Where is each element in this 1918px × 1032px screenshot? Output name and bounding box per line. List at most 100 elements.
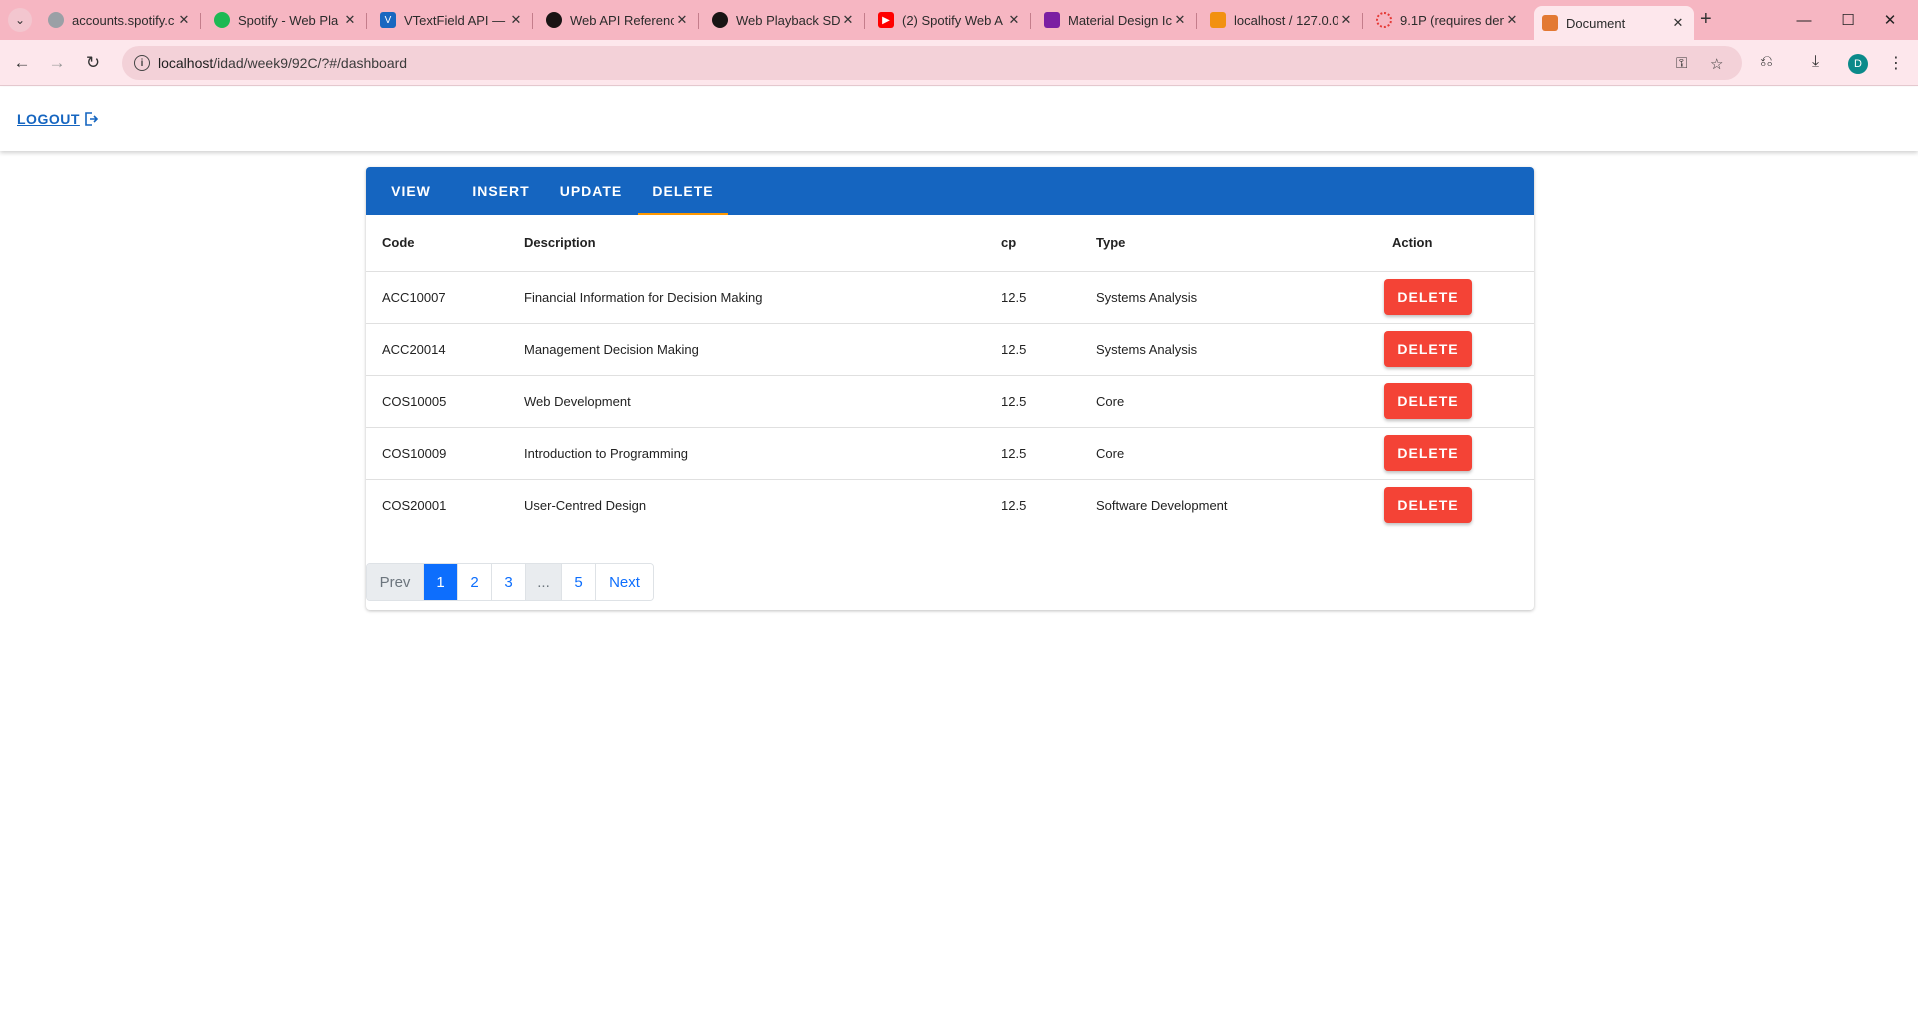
tab-divider [1196,13,1197,29]
table-row: COS20001 User-Centred Design 12.5 Softwa… [366,479,1534,531]
tab-title: Material Design Ic [1068,12,1172,28]
back-icon[interactable]: ← [9,50,35,76]
menu-kebab-icon[interactable]: ⋮ [1888,53,1904,73]
reload-icon[interactable]: ↻ [80,50,106,76]
phpmyadmin-icon [1210,12,1226,28]
window-close-icon[interactable]: ✕ [1862,0,1918,40]
bookmark-star-icon[interactable]: ☆ [1710,55,1723,73]
material-design-icon [1044,12,1060,28]
profile-avatar[interactable]: D [1848,54,1868,74]
tab-delete[interactable]: DELETE [638,167,728,215]
cell-code: COS10009 [366,427,524,480]
close-tab-icon[interactable]: ✕ [342,12,358,28]
cell-code: ACC20014 [366,323,524,376]
download-icon[interactable]: ⤓ [1812,53,1819,71]
table-row: ACC10007 Financial Information for Decis… [366,271,1534,324]
tab-divider [1362,13,1363,29]
browser-tab[interactable]: 9.1P (requires den ✕ [1368,6,1528,34]
cell-cp: 12.5 [1001,427,1096,480]
url-host: localhost [158,55,214,71]
cell-description: Web Development [524,375,1001,428]
logout-label: LOGOUT [17,111,80,127]
delete-button[interactable]: DELETE [1384,435,1472,471]
browser-tab[interactable]: Material Design Ic ✕ [1036,6,1197,34]
browser-tab[interactable]: localhost / 127.0.0 ✕ [1202,6,1363,34]
tab-divider [532,13,533,29]
forward-icon[interactable]: → [44,50,70,76]
pagination-page-3[interactable]: 3 [491,564,525,600]
tab-title: VTextField API — [404,12,506,28]
delete-button[interactable]: DELETE [1384,331,1472,367]
tab-update[interactable]: UPDATE [546,167,636,215]
column-header-description: Description [524,215,1001,272]
browser-tab[interactable]: Web API Referenc ✕ [538,6,699,34]
extensions-icon[interactable]: ⎌ [1760,53,1773,71]
logout-link[interactable]: LOGOUT [17,111,99,127]
close-tab-icon[interactable]: ✕ [840,12,856,28]
browser-tab[interactable]: Spotify - Web Pla ✕ [206,6,367,34]
cell-action: DELETE [1380,427,1534,480]
close-tab-icon[interactable]: ✕ [1504,12,1520,28]
site-info-icon[interactable]: i [134,55,150,71]
url-path: /idad/week9/92C/?#/dashboard [213,55,408,71]
close-tab-icon[interactable]: ✕ [1172,12,1188,28]
tab-insert[interactable]: INSERT [456,167,546,215]
browser-toolbar: ← → ↻ i localhost/idad/week9/92C/?#/dash… [0,40,1918,86]
logout-icon [83,111,99,127]
tab-divider [200,13,201,29]
table-row: COS10009 Introduction to Programming 12.… [366,427,1534,480]
cell-type: Systems Analysis [1096,271,1380,324]
cell-description: Financial Information for Decision Makin… [524,271,1001,324]
globe-icon [48,12,64,28]
cell-type: Systems Analysis [1096,323,1380,376]
tab-divider [1030,13,1031,29]
tab-title: 9.1P (requires den [1400,12,1504,28]
pagination-page-1[interactable]: 1 [423,564,457,600]
column-header-cp: cp [1001,215,1096,272]
browser-tab[interactable]: Web Playback SDI ✕ [704,6,865,34]
cell-description: User-Centred Design [524,497,647,513]
cell-cp: 12.5 [1001,497,1027,513]
pagination-page-2[interactable]: 2 [457,564,491,600]
pagination-page-5[interactable]: 5 [561,564,595,600]
table-header-row: Code Description cp Type Action [366,215,1534,272]
tab-title: Spotify - Web Pla [238,12,339,28]
delete-button[interactable]: DELETE [1384,487,1472,524]
browser-tab[interactable]: V VTextField API — ✕ [372,6,533,34]
pagination-ellipsis: ... [525,564,561,600]
tab-search-button[interactable]: ⌄ [8,8,32,32]
delete-button[interactable]: DELETE [1384,279,1472,315]
cell-description: Management Decision Making [524,323,1001,376]
key-icon[interactable]: ⚿ [1676,55,1687,72]
loading-icon [1376,12,1392,28]
browser-tab[interactable]: ▶ (2) Spotify Web A ✕ [870,6,1031,34]
tab-title: accounts.spotify.c [72,12,175,28]
pagination-prev[interactable]: Prev [367,564,423,600]
browser-tab-strip: ⌄ accounts.spotify.c ✕ Spotify - Web Pla… [0,0,1918,40]
delete-button[interactable]: DELETE [1384,383,1472,419]
close-tab-icon[interactable]: ✕ [508,12,524,28]
page-content: LOGOUT VIEW INSERT UPDATE DELETE Code De… [0,87,1918,1032]
crud-tabs: VIEW INSERT UPDATE DELETE [366,167,1534,215]
youtube-icon: ▶ [878,12,894,28]
close-tab-icon[interactable]: ✕ [1006,12,1022,28]
close-tab-icon[interactable]: ✕ [674,12,690,28]
address-bar[interactable]: i localhost/idad/week9/92C/?#/dashboard … [122,46,1742,80]
browser-tab[interactable]: accounts.spotify.c ✕ [40,6,201,34]
close-tab-icon[interactable]: ✕ [1338,12,1354,28]
tab-view[interactable]: VIEW [366,167,456,215]
cell-cp: 12.5 [1001,271,1096,324]
tab-title: Web Playback SDI [736,12,840,28]
tab-divider [366,13,367,29]
browser-tab-active[interactable]: Document ✕ [1534,6,1694,40]
table-row: ACC20014 Management Decision Making 12.5… [366,323,1534,376]
units-card: VIEW INSERT UPDATE DELETE Code Descripti… [366,167,1534,610]
tab-title: localhost / 127.0.0 [1234,12,1338,28]
close-tab-icon[interactable]: ✕ [1670,15,1686,31]
new-tab-icon[interactable]: + [1700,8,1712,31]
cell-description: Introduction to Programming [524,427,1001,480]
url-text[interactable]: localhost/idad/week9/92C/?#/dashboard [158,55,407,71]
tab-divider [698,13,699,29]
pagination-next[interactable]: Next [595,564,653,600]
close-tab-icon[interactable]: ✕ [176,12,192,28]
